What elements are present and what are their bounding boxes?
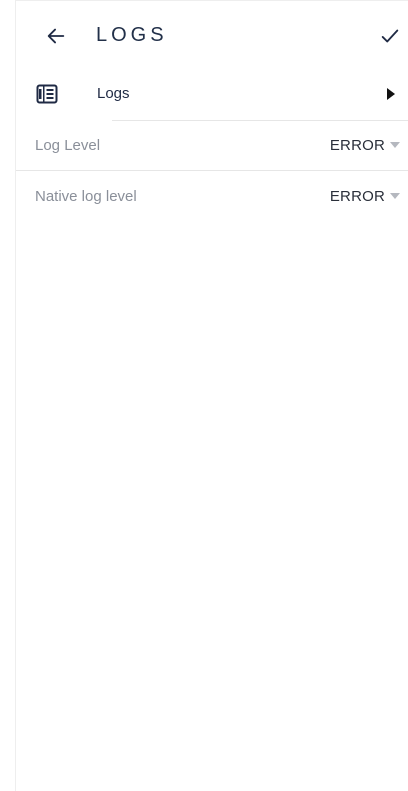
check-icon bbox=[381, 29, 399, 43]
confirm-button[interactable] bbox=[376, 22, 404, 50]
back-button[interactable] bbox=[42, 22, 70, 50]
chevron-down-icon bbox=[390, 142, 400, 148]
newspaper-icon bbox=[36, 84, 58, 104]
native-log-level-select[interactable]: ERROR bbox=[330, 185, 400, 207]
log-level-label: Log Level bbox=[35, 137, 101, 154]
nav-divider bbox=[112, 120, 408, 121]
log-level-select[interactable]: ERROR bbox=[330, 134, 400, 156]
app-header: LOGS bbox=[16, 0, 408, 70]
native-log-level-value: ERROR bbox=[329, 187, 385, 205]
chevron-down-icon bbox=[390, 193, 400, 199]
native-log-level-label: Native log level bbox=[35, 188, 137, 205]
page-title: LOGS bbox=[96, 24, 168, 46]
logs-screen: LOGS Logs Log Level ERROR Native log lev… bbox=[0, 0, 408, 791]
row-divider bbox=[16, 170, 408, 171]
logs-nav-row[interactable]: Logs bbox=[16, 72, 408, 118]
native-log-level-row: Native log level ERROR bbox=[16, 173, 408, 219]
log-level-value: ERROR bbox=[329, 136, 385, 154]
arrow-left-icon bbox=[47, 28, 65, 44]
caret-right-icon bbox=[387, 88, 395, 100]
log-level-row: Log Level ERROR bbox=[16, 122, 408, 168]
logs-nav-label: Logs bbox=[97, 85, 130, 102]
left-edge-line bbox=[15, 0, 16, 791]
